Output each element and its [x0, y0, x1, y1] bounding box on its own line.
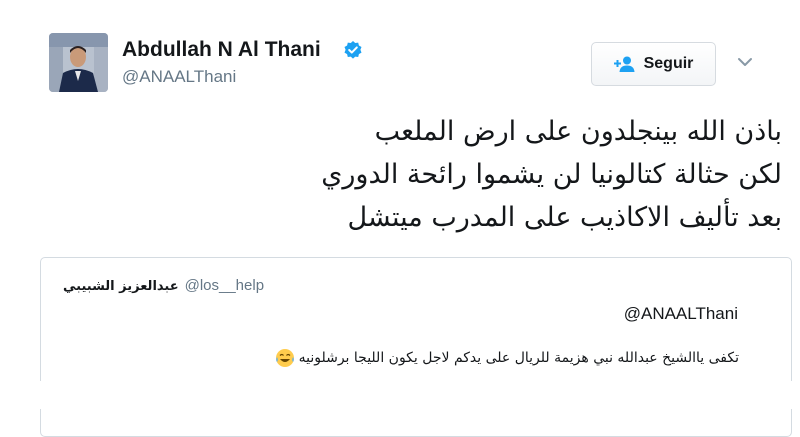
tears-of-joy-emoji-icon — [275, 349, 294, 367]
follow-button[interactable]: Seguir — [591, 42, 716, 86]
tweet-line: باذن الله بينجلدون على ارض الملعب — [374, 116, 782, 147]
display-name[interactable]: Abdullah N Al Thani — [122, 38, 321, 62]
chevron-down-icon[interactable] — [736, 55, 754, 69]
quoted-tweet-text: تكفى ياالشيخ عبدالله نبي هزيمة للريال عل… — [275, 348, 739, 368]
quoted-tweet-body: تكفى ياالشيخ عبدالله نبي هزيمة للريال عل… — [298, 350, 739, 366]
tweet-line: بعد تأليف الاكاذيب على المدرب ميتشل — [347, 202, 782, 233]
profile-photo-icon — [49, 33, 108, 92]
reply-mention-link[interactable]: @ANAALThani — [624, 304, 738, 324]
viewport-bottom — [0, 381, 800, 409]
quoted-tweet-header: عبدالعزيز الشبيبي @los__help — [63, 277, 264, 294]
add-user-icon — [613, 56, 635, 72]
quoted-author-handle: @los__help — [184, 277, 265, 294]
tweet-text: باذن الله بينجلدون على ارض الملعب لكن حث… — [250, 110, 782, 239]
author-handle[interactable]: @ANAALThani — [122, 67, 236, 87]
avatar[interactable] — [49, 33, 108, 92]
verified-badge-icon — [344, 41, 362, 59]
tweet-line: لكن حثالة كتالونيا لن يشموا رائحة الدوري — [321, 159, 782, 190]
quoted-author-name: عبدالعزيز الشبيبي — [63, 279, 179, 294]
follow-button-label: Seguir — [643, 55, 694, 72]
